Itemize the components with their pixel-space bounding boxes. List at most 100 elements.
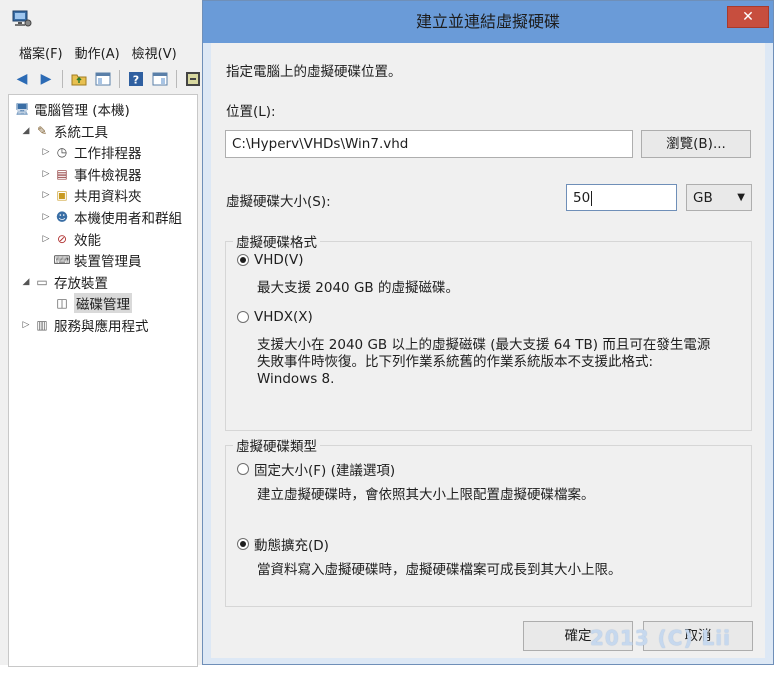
help-icon[interactable]: ? [126, 69, 146, 89]
disk-management-icon: ◫ [56, 296, 68, 311]
tree-item[interactable]: ▷ ◷ 工作排程器 [39, 142, 142, 162]
computer-management-icon: 🖥 [14, 102, 30, 116]
tree-item[interactable]: ◫ 磁碟管理 [39, 293, 132, 314]
tree-item-label: 磁碟管理 [74, 293, 132, 314]
forward-arrow-icon[interactable]: ▶ [36, 69, 56, 89]
menu-action[interactable]: 動作(A) [69, 43, 126, 62]
fixed-size-description: 建立虛擬硬碟時，會依照其大小上限配置虛擬硬碟檔案。 [257, 487, 595, 504]
tree-item[interactable]: ▷ ▣ 共用資料夾 [39, 185, 142, 205]
type-group-legend: 虛擬硬碟類型 [233, 435, 320, 455]
size-unit-value: GB [693, 189, 713, 206]
tree-item[interactable]: ⌨ 裝置管理員 [39, 250, 142, 271]
radio-vhd[interactable]: VHD(V) [237, 252, 304, 268]
create-vhd-dialog: 建立並連結虛擬硬碟 ✕ 指定電腦上的虛擬硬碟位置。 位置(L): C:\Hype… [202, 0, 774, 665]
tree-item[interactable]: 🖥 電腦管理 (本機) [13, 99, 130, 119]
radio-dynamic-label: 動態擴充(D) [254, 538, 329, 554]
toolbar-separator [62, 70, 63, 88]
format-group-legend: 虛擬硬碟格式 [233, 231, 320, 251]
collapsed-arrow-icon[interactable]: ▷ [39, 212, 53, 222]
tree-item-label: 事件檢視器 [74, 167, 142, 184]
location-input[interactable]: C:\Hyperv\VHDs\Win7.vhd [225, 130, 633, 158]
collapsed-arrow-icon[interactable]: ▷ [39, 169, 53, 179]
radio-circle [237, 538, 249, 550]
collapsed-arrow-icon[interactable]: ▷ [39, 147, 53, 157]
tree-item-label: 共用資料夾 [74, 189, 142, 206]
location-label: 位置(L): [226, 104, 276, 120]
chevron-down-icon: ▼ [737, 191, 745, 203]
close-button[interactable]: ✕ [727, 6, 769, 28]
tree-item[interactable]: ▷ ▤ 事件檢視器 [39, 164, 142, 184]
services-icon: ▥ [36, 318, 48, 332]
storage-icon: ▭ [36, 274, 48, 289]
menu-bar: 檔案(F) 動作(A) 檢視(V) [0, 40, 204, 64]
mmc-title-bar [0, 0, 204, 38]
expanded-arrow-icon[interactable]: ◢ [19, 277, 33, 287]
size-label: 虛擬硬碟大小(S): [226, 194, 331, 210]
performance-icon: ⊘ [56, 231, 68, 246]
size-value: 50 [573, 190, 591, 206]
expanded-arrow-icon[interactable]: ◢ [19, 126, 33, 136]
computer-management-icon [12, 10, 32, 27]
size-input[interactable]: 50 [566, 184, 677, 211]
tree-item-label: 存放裝置 [54, 275, 108, 292]
browse-button[interactable]: 瀏覽(B)... [641, 130, 751, 158]
tree-item-label: 效能 [74, 232, 101, 249]
vhdx-description: 支援大小在 2040 GB 以上的虛擬磁碟 (最大支援 64 TB) 而且可在發… [257, 337, 710, 388]
event-viewer-icon: ▤ [56, 166, 68, 181]
tree-item-label: 系統工具 [54, 124, 108, 141]
tree-item-label: 服務與應用程式 [54, 319, 149, 335]
properties-icon[interactable] [150, 69, 170, 89]
collapsed-arrow-icon[interactable]: ▷ [19, 320, 33, 330]
radio-vhdx[interactable]: VHDX(X) [237, 309, 313, 325]
radio-vhd-label: VHD(V) [254, 252, 304, 268]
dynamic-description: 當資料寫入虛擬硬碟時，虛擬硬碟檔案可成長到其大小上限。 [257, 562, 622, 579]
dialog-title-bar: 建立並連結虛擬硬碟 ✕ [203, 1, 773, 43]
tree-item-label: 裝置管理員 [74, 254, 142, 271]
collapsed-arrow-icon[interactable]: ▷ [39, 234, 53, 244]
computer-management-window: 檔案(F) 動作(A) 檢視(V) ◀ ▶ ? 🖥 電腦管理 (本機) ◢ ✎ 系統工具… [0, 0, 205, 667]
vhd-description: 最大支援 2040 GB 的虛擬磁碟。 [257, 280, 459, 297]
tree-item[interactable]: ◢ ✎ 系統工具 [19, 121, 108, 141]
radio-fixed-size[interactable]: 固定大小(F) (建議選項) [237, 459, 395, 479]
show-hide-tree-icon[interactable] [93, 69, 113, 89]
svg-text:?: ? [133, 74, 139, 87]
dialog-body: 指定電腦上的虛擬硬碟位置。 位置(L): C:\Hyperv\VHDs\Win7… [211, 43, 765, 658]
dynamic-description-line: 當資料寫入虛擬硬碟時，虛擬硬碟檔案可成長到其大小上限。 [257, 562, 622, 578]
device-manager-icon: ⌨ [53, 253, 71, 268]
watermark: 2013 (C) Lii [590, 626, 732, 650]
radio-circle [237, 254, 249, 266]
radio-circle [237, 463, 249, 475]
tree-item[interactable]: ▷ ▥ 服務與應用程式 [19, 315, 149, 335]
shared-folder-icon: ▣ [56, 188, 68, 203]
back-arrow-icon[interactable]: ◀ [12, 69, 32, 89]
close-icon: ✕ [742, 9, 754, 25]
vhdx-description-line: 失敗事件時恢復。比下列作業系統舊的作業系統版本不支援此格式: [257, 354, 654, 370]
tree-item-label: 本機使用者和群組 [74, 211, 182, 227]
dialog-title: 建立並連結虛擬硬碟 [415, 12, 560, 31]
up-folder-icon[interactable] [69, 69, 89, 89]
tree-item[interactable]: ▷ ⊘ 效能 [39, 229, 101, 249]
export-icon[interactable] [183, 69, 203, 89]
menu-view[interactable]: 檢視(V) [126, 43, 183, 62]
users-icon: ☻ [55, 210, 69, 224]
tree-item-label: 電腦管理 (本機) [34, 103, 130, 119]
text-cursor [591, 190, 593, 206]
toolbar: ◀ ▶ ? [0, 66, 204, 92]
instruction-text: 指定電腦上的虛擬硬碟位置。 [226, 64, 402, 80]
menu-file[interactable]: 檔案(F) [0, 43, 69, 62]
vhdx-description-line: Windows 8. [257, 371, 335, 387]
radio-vhdx-label: VHDX(X) [254, 309, 313, 325]
vhd-description-line: 最大支援 2040 GB 的虛擬磁碟。 [257, 280, 459, 296]
collapsed-arrow-icon[interactable]: ▷ [39, 190, 53, 200]
fixed-size-description-line: 建立虛擬硬碟時，會依照其大小上限配置虛擬硬碟檔案。 [257, 487, 595, 503]
clock-icon: ◷ [56, 145, 68, 160]
tools-icon: ✎ [36, 123, 48, 138]
tree-item[interactable]: ▷ ☻ 本機使用者和群組 [39, 207, 182, 227]
tree-item[interactable]: ◢ ▭ 存放裝置 [19, 272, 108, 292]
toolbar-separator [176, 70, 177, 88]
radio-circle [237, 311, 249, 323]
tree-item-label: 工作排程器 [74, 146, 142, 163]
size-unit-select[interactable]: GB ▼ [686, 184, 752, 211]
vhdx-description-line: 支援大小在 2040 GB 以上的虛擬磁碟 (最大支援 64 TB) 而且可在發… [257, 337, 711, 353]
radio-dynamic[interactable]: 動態擴充(D) [237, 534, 329, 554]
